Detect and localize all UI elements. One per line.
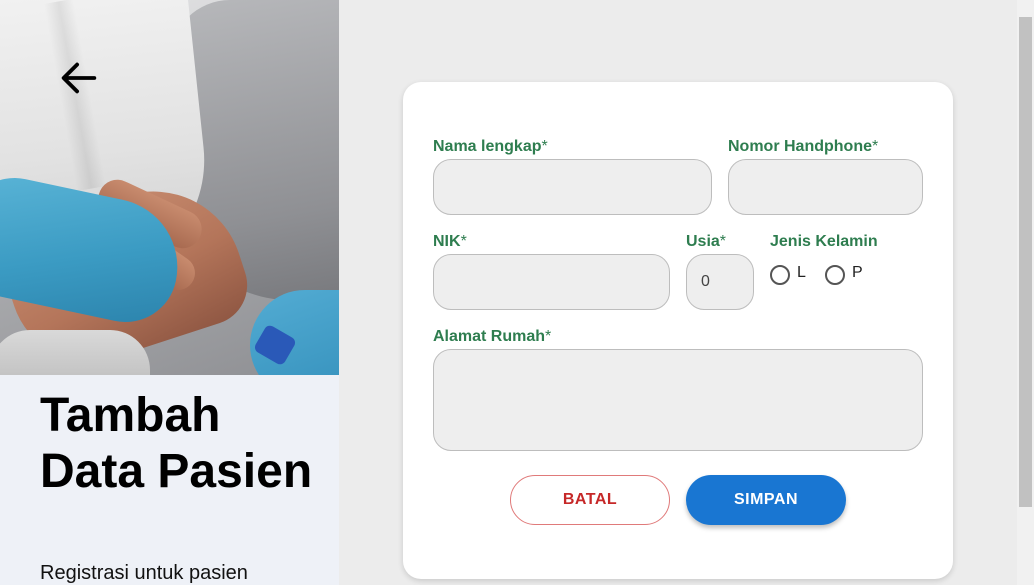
back-button[interactable] [53,55,105,101]
save-button[interactable]: SIMPAN [686,475,846,525]
nik-input[interactable] [433,254,670,310]
nik-label-text: NIK [433,233,461,250]
full-name-input[interactable] [433,159,712,215]
patient-form-card: Nama lengkap* Nomor Handphone* NIK* Usia… [403,82,953,579]
hero-image [0,0,339,375]
phone-label-text: Nomor Handphone [728,138,872,155]
arrow-left-icon [61,62,97,94]
scrollbar-thumb[interactable] [1019,17,1032,507]
required-mark: * [541,138,548,155]
required-mark: * [460,233,467,250]
cancel-button[interactable]: BATAL [510,475,670,525]
age-label: Usia* [686,233,726,251]
required-mark: * [719,233,727,250]
phone-input[interactable] [728,159,923,215]
age-label-text: Usia [686,233,720,250]
page-scrollbar[interactable] [1017,0,1034,585]
hero-cuff [0,330,150,375]
nik-label: NIK* [433,233,467,251]
gender-option-p[interactable]: P [825,264,863,285]
full-name-label: Nama lengkap* [433,138,548,156]
radio-circle[interactable] [770,265,790,285]
address-label: Alamat Rumah* [433,328,551,346]
left-panel: Tambah Data Pasien Registrasi untuk pasi… [0,0,339,585]
required-mark: * [872,138,879,155]
required-mark: * [545,328,552,345]
phone-label: Nomor Handphone* [728,138,878,156]
address-label-text: Alamat Rumah [433,328,546,345]
gender-option-l[interactable]: L [770,264,806,285]
gender-label: Jenis Kelamin [770,233,878,250]
page-subtitle: Registrasi untuk pasien [40,562,248,584]
page-title: Tambah Data Pasien [40,389,313,498]
full-name-label-text: Nama lengkap [433,138,542,155]
radio-circle[interactable] [825,265,845,285]
gender-option-l-label: L [797,264,806,281]
age-input[interactable] [686,254,754,310]
address-textarea[interactable] [433,349,923,451]
gender-option-p-label: P [852,264,863,281]
